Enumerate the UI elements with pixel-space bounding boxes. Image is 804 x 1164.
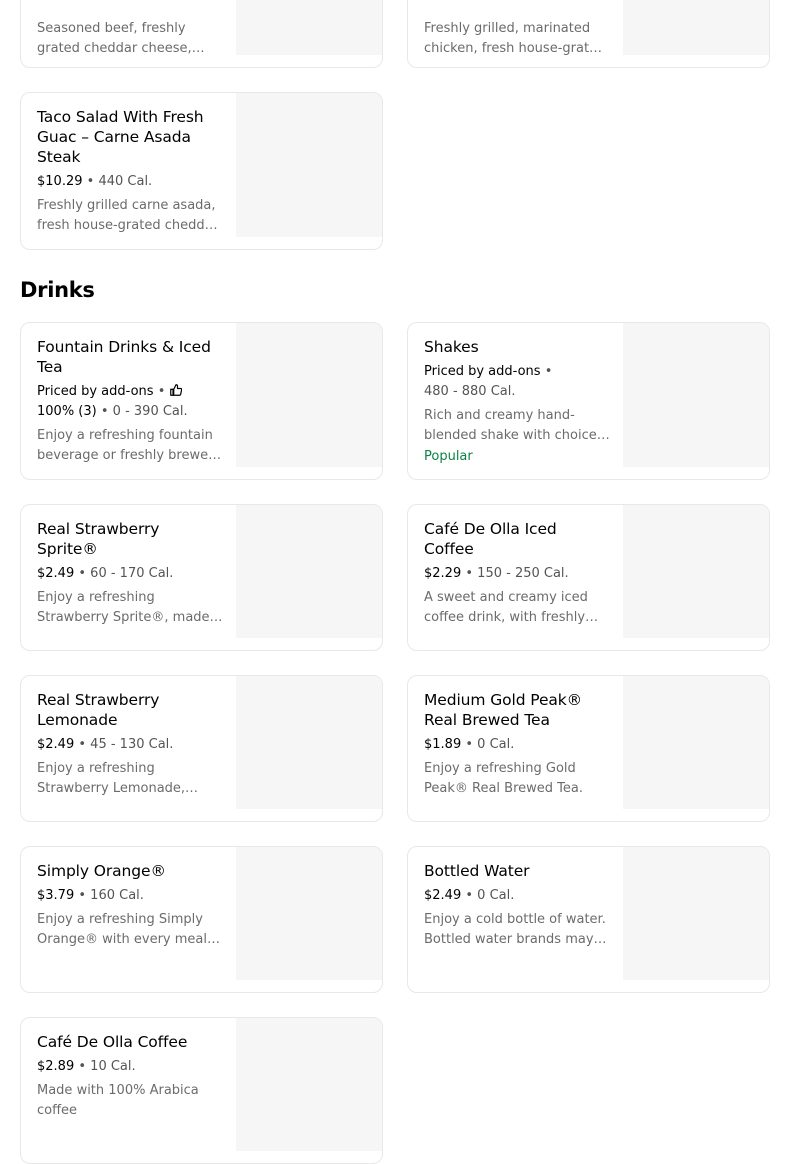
item-meta: $2.29 • 150 - 250 Cal. [424, 564, 610, 584]
separator-dot: • [78, 737, 87, 752]
menu-item-card[interactable]: Shakes Priced by add-ons • 480 - 880 Cal… [407, 322, 770, 480]
separator-dot: • [78, 566, 87, 581]
item-description: Enjoy a cold bottle of water. Bottled wa… [424, 912, 606, 947]
separator-dot: • [544, 364, 553, 379]
separator-dot: • [78, 1059, 87, 1074]
item-calories: 60 - 170 Cal. [90, 566, 174, 581]
separator-dot: • [86, 174, 95, 189]
menu-item-card[interactable]: Café De Olla Iced Coffee $2.29 • 150 - 2… [407, 504, 770, 651]
item-description: Enjoy a refreshing Strawberry Sprite®, m… [37, 590, 210, 625]
separator-dot: • [465, 888, 474, 903]
item-description: Made with 100% Arabica coffee [37, 1083, 199, 1118]
item-image [623, 676, 769, 809]
item-description: Enjoy a refreshing Strawberry Lemonade, … [37, 761, 186, 796]
item-image [623, 323, 769, 467]
separator-dot: • [78, 888, 87, 903]
popular-badge: Popular [424, 449, 473, 464]
menu-item-card[interactable]: Café De Olla Coffee $2.89 • 10 Cal. Made… [20, 1017, 383, 1164]
item-title: Shakes [424, 338, 479, 356]
item-meta: $2.49 • 45 - 130 Cal. [37, 735, 223, 755]
item-image [236, 323, 382, 467]
separator-dot: • [100, 404, 109, 419]
item-image [236, 505, 382, 638]
item-meta: $1.89 • 0 Cal. [424, 735, 610, 755]
item-rating: 100% (3) [37, 404, 97, 419]
item-calories: 440 Cal. [98, 174, 153, 189]
item-price: $2.29 [424, 566, 462, 581]
menu-item-card[interactable]: Real Strawberry Lemonade $2.49 • 45 - 13… [20, 675, 383, 822]
item-description: Rich and creamy hand-blended shake with … [424, 408, 597, 443]
item-description: Freshly grilled, marinated chicken, fres… [424, 21, 606, 56]
item-calories: 0 Cal. [477, 888, 515, 903]
item-meta: $3.79 • 160 Cal. [37, 886, 223, 906]
item-price: $3.79 [37, 888, 75, 903]
menu-item-card[interactable]: Bottled Water $2.49 • 0 Cal. Enjoy a col… [407, 846, 770, 993]
item-calories: 0 - 390 Cal. [112, 404, 188, 419]
item-title: Café De Olla Coffee [37, 1033, 188, 1051]
item-calories: 160 Cal. [90, 888, 144, 903]
item-price: $2.89 [37, 1059, 75, 1074]
separator-dot: • [465, 737, 474, 752]
item-calories: 480 - 880 Cal. [424, 384, 516, 399]
item-description: Freshly grilled carne asada, fresh house… [37, 198, 218, 233]
item-image [623, 0, 769, 55]
item-price: $2.49 [37, 737, 75, 752]
item-title: Taco Salad With Fresh Guac – Carne Asada… [37, 108, 204, 166]
menu-item-card[interactable]: Fountain Drinks & Iced Tea Priced by add… [20, 322, 383, 480]
item-image [623, 847, 769, 980]
item-title: Real Strawberry Sprite® [37, 520, 160, 558]
item-description: Enjoy a refreshing Simply Orange® with e… [37, 912, 207, 947]
item-calories: 10 Cal. [90, 1059, 136, 1074]
menu-item-card[interactable]: Taco Salad With Fresh Guac – Carne Asada… [20, 92, 383, 250]
item-calories: 45 - 130 Cal. [90, 737, 174, 752]
item-description: Enjoy a refreshing Gold Peak® Real Brewe… [424, 761, 583, 796]
item-description: Seasoned beef, freshly grated cheddar ch… [37, 21, 192, 56]
item-meta: $10.29 • 440 Cal. [37, 172, 223, 192]
menu-item-card[interactable]: Real Strawberry Sprite® $2.49 • 60 - 170… [20, 504, 383, 651]
item-image [623, 505, 769, 638]
item-image [236, 1018, 382, 1151]
section-title: Drinks [20, 278, 95, 302]
item-title: Bottled Water [424, 862, 530, 880]
separator-dot: • [465, 566, 474, 581]
item-title: Medium Gold Peak® Real Brewed Tea [424, 691, 583, 729]
item-meta: $2.49 • 0 Cal. [424, 886, 610, 906]
item-price: $2.49 [37, 566, 75, 581]
item-calories: 150 - 250 Cal. [477, 566, 569, 581]
item-title: Simply Orange® [37, 862, 166, 880]
item-title: Café De Olla Iced Coffee [424, 520, 557, 558]
item-priced-by: Priced by add-ons [37, 384, 154, 399]
menu-item-card[interactable]: Freshly grilled, marinated chicken, fres… [407, 0, 770, 68]
item-meta: Priced by add-ons • 100% (3) • 0 - 390 C… [37, 382, 223, 422]
item-price: $1.89 [424, 737, 462, 752]
item-image [236, 0, 382, 55]
item-image [236, 93, 382, 237]
item-title: Fountain Drinks & Iced Tea [37, 338, 211, 376]
item-meta: Priced by add-ons • 480 - 880 Cal. [424, 362, 610, 402]
menu-item-card[interactable]: Seasoned beef, freshly grated cheddar ch… [20, 0, 383, 68]
item-priced-by: Priced by add-ons [424, 364, 541, 379]
item-description: Enjoy a refreshing fountain beverage or … [37, 428, 217, 463]
thumbs-up-icon [169, 384, 182, 396]
item-description: A sweet and creamy iced coffee drink, wi… [424, 590, 588, 625]
item-image [236, 676, 382, 809]
item-title: Real Strawberry Lemonade [37, 691, 160, 729]
item-price: $10.29 [37, 174, 83, 189]
menu-item-card[interactable]: Medium Gold Peak® Real Brewed Tea $1.89 … [407, 675, 770, 822]
item-meta: $2.89 • 10 Cal. [37, 1057, 223, 1077]
item-image [236, 847, 382, 980]
item-meta: $2.49 • 60 - 170 Cal. [37, 564, 223, 584]
separator-dot: • [157, 384, 166, 399]
item-calories: 0 Cal. [477, 737, 515, 752]
item-price: $2.49 [424, 888, 462, 903]
menu-item-card[interactable]: Simply Orange® $3.79 • 160 Cal. Enjoy a … [20, 846, 383, 993]
